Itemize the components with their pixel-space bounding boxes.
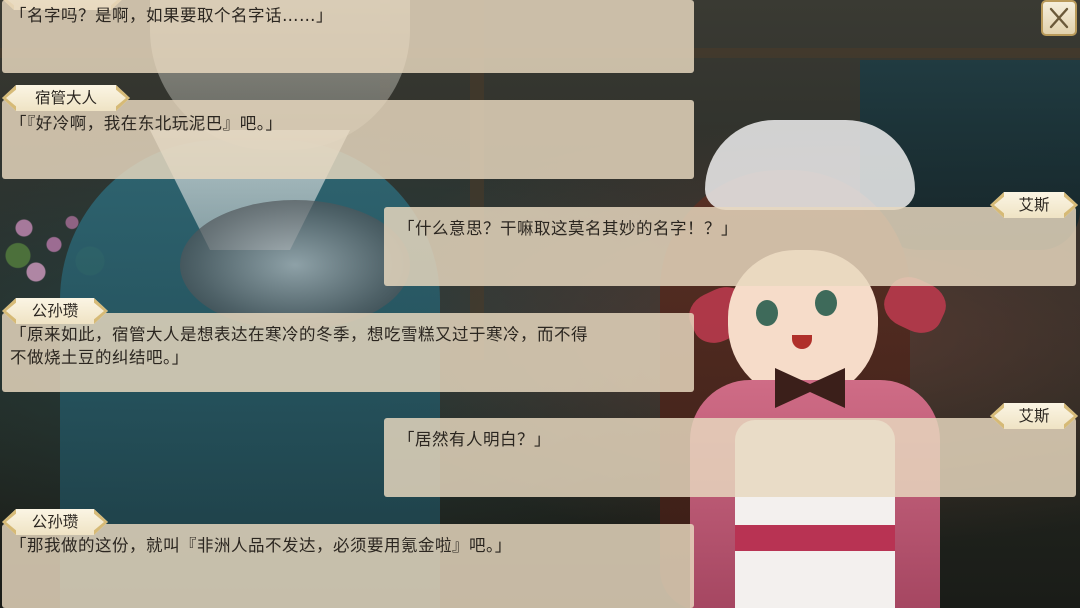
close-button[interactable] bbox=[1041, 0, 1077, 36]
dialog-text: 「名字吗？是啊，如果要取个名字话……」 bbox=[10, 6, 333, 25]
dialog-text: 「原来如此，宿管大人是想表达在寒冷的冬季，想吃雪糕又过于寒冷，而不得 不做烧土豆… bbox=[10, 325, 588, 367]
close-icon bbox=[1049, 7, 1069, 29]
speaker-nameplate: 宿管大人 bbox=[2, 85, 130, 111]
speaker-name: 艾斯 bbox=[1018, 196, 1050, 214]
dialog-message: 「原来如此，宿管大人是想表达在寒冷的冬季，想吃雪糕又过于寒冷，而不得 不做烧土豆… bbox=[2, 313, 694, 392]
speaker-name: 宿管大人 bbox=[34, 89, 97, 107]
speaker-nameplate: 公孙瓒 bbox=[2, 509, 108, 535]
dialog-text: 「什么意思？干嘛取这莫名其妙的名字！？」 bbox=[398, 219, 738, 238]
dialog-message: 「什么意思？干嘛取这莫名其妙的名字！？」 bbox=[384, 207, 1076, 286]
dialog-text: 「『好冷啊，我在东北玩泥巴』吧。」 bbox=[10, 114, 283, 133]
background-scene bbox=[0, 0, 1080, 608]
speaker-nameplate: 艾斯 bbox=[990, 403, 1078, 429]
dialog-text: 「居然有人明白？」 bbox=[398, 430, 551, 449]
speaker-name: 艾斯 bbox=[1018, 407, 1050, 425]
speaker-nameplate: 公孙瓒 bbox=[2, 298, 108, 324]
dialog-message: 「居然有人明白？」 bbox=[384, 418, 1076, 497]
speaker-nameplate: 艾斯 bbox=[990, 192, 1078, 218]
speaker-name: 公孙瓒 bbox=[31, 513, 79, 531]
speaker-name: 公孙瓒 bbox=[31, 302, 79, 320]
dialog-message: 「『好冷啊，我在东北玩泥巴』吧。」 bbox=[2, 100, 694, 179]
dialog-message: 「那我做的这份，就叫『非洲人品不发达，必须要用氪金啦』吧。」 bbox=[2, 524, 694, 608]
dialog-message: 「名字吗？是啊，如果要取个名字话……」 bbox=[2, 0, 694, 73]
dialog-text: 「那我做的这份，就叫『非洲人品不发达，必须要用氪金啦』吧。」 bbox=[10, 536, 512, 555]
